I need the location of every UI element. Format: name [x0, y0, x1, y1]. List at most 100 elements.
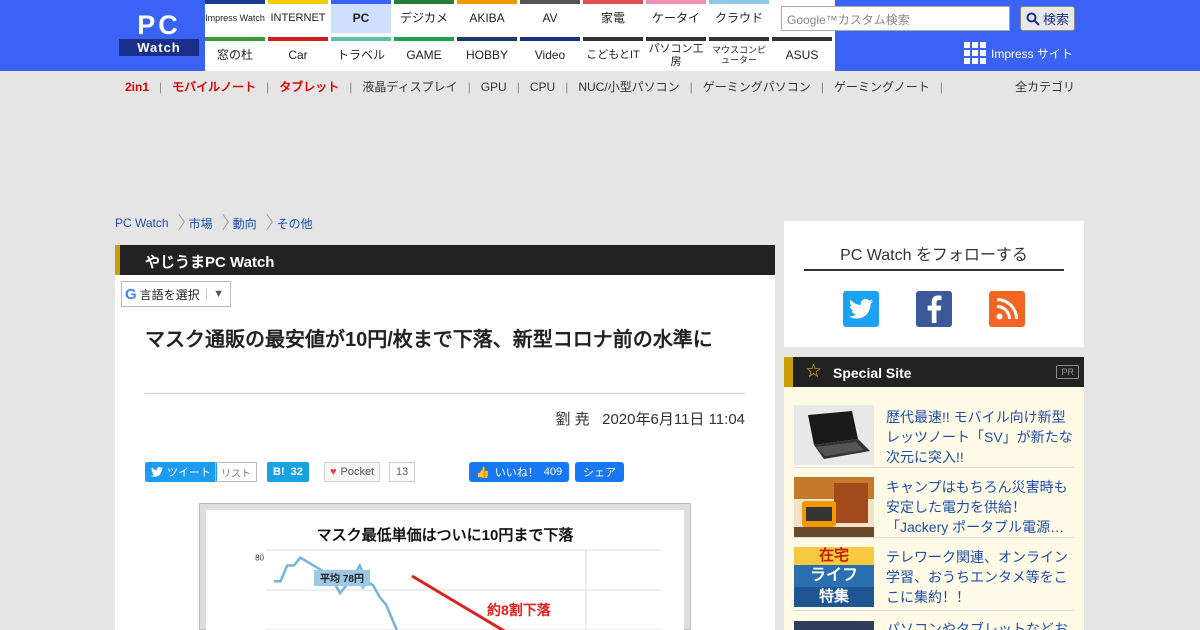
breadcrumb-separator	[219, 214, 227, 232]
twitter-icon[interactable]	[843, 291, 879, 327]
laptop-thumbnail	[794, 405, 874, 465]
nav-tab-ケータイ[interactable]: ケータイ	[646, 0, 706, 33]
pr-badge: PR	[1056, 365, 1079, 379]
nav-tab-game[interactable]: GAME	[394, 37, 454, 70]
dropdown-arrow-icon: ▼	[206, 288, 230, 300]
category-separator: |	[939, 80, 943, 94]
nav-tab-impress-watch[interactable]: Impress Watch	[205, 0, 265, 33]
nav-tab-クラウド[interactable]: クラウド	[709, 0, 769, 33]
pocket-label: Pocket	[340, 466, 375, 478]
portable-power-thumbnail	[794, 477, 874, 537]
nav-tab-窓の杜[interactable]: 窓の杜	[205, 37, 265, 70]
article-figure[interactable]: 8060平均 78円約8割下落 マスク最低単価はついに10円まで下落	[199, 503, 691, 630]
google-icon: G	[125, 285, 137, 303]
facebook-icon[interactable]	[916, 291, 952, 327]
figure-chart-area: 8060平均 78円約8割下落 マスク最低単価はついに10円まで下落	[206, 510, 684, 630]
category-link[interactable]: 2in1	[125, 80, 149, 94]
chart-y-tick: 80	[255, 554, 264, 563]
breadcrumb-item[interactable]: PC Watch	[115, 216, 169, 230]
chart-series-line	[274, 556, 399, 630]
search-icon	[1026, 12, 1040, 26]
category-link[interactable]: CPU	[530, 80, 555, 94]
facebook-like-button[interactable]: 👍 いいね！ 409	[469, 462, 570, 482]
category-link[interactable]: ゲーミングパソコン	[703, 80, 811, 94]
tweet-button[interactable]: ツイート	[145, 462, 217, 482]
impress-site-menu[interactable]: Impress サイト	[964, 42, 1073, 64]
special-item-text: 歴代最速!! モバイル向け新型レッツノート「SV」が新たな次元に突入!!	[886, 409, 1073, 465]
special-item[interactable]: 在宅 ライフ 特集 テレワーク関連、オンライン学習、おうちエンタメ等をここに集約…	[794, 545, 1074, 611]
breadcrumb-item[interactable]: 動向	[233, 215, 257, 232]
all-categories-link[interactable]: 全カテゴリ	[1015, 78, 1075, 95]
nav-tab-internet[interactable]: INTERNET	[268, 0, 328, 33]
language-select[interactable]: G 言語を選択 ▼	[121, 281, 231, 307]
special-item[interactable]: パソコンやタブレットなどお	[794, 617, 1074, 630]
breadcrumb-item[interactable]: その他	[277, 215, 313, 232]
twitter-list-button[interactable]: リスト	[215, 462, 257, 482]
thumb-text-2: ライフ	[794, 565, 874, 587]
thumb-text-3: 特集	[794, 587, 874, 607]
category-separator: |	[349, 80, 353, 94]
nav-tab-マウスコンピューター[interactable]: マウスコンピューター	[709, 37, 769, 70]
follow-divider	[804, 269, 1064, 271]
special-item[interactable]: 歴代最速!! モバイル向け新型レッツノート「SV」が新たな次元に突入!!	[794, 405, 1074, 468]
drop-label: 約8割下落	[487, 602, 552, 618]
grid-menu-icon	[964, 42, 986, 64]
category-link[interactable]: ゲーミングノート	[834, 80, 930, 94]
breadcrumb-item[interactable]: 市場	[189, 215, 213, 232]
nav-tab-video[interactable]: Video	[520, 37, 580, 70]
special-item[interactable]: キャンプはもちろん災害時も安定した電力を供給！「Jackery ポータブル電源…	[794, 475, 1074, 538]
article-main: やじうまPC Watch G 言語を選択 ▼ マスク通販の最安値が10円/枚まで…	[115, 245, 775, 630]
nav-tab-akiba[interactable]: AKIBA	[457, 0, 517, 33]
twitter-bird-icon	[151, 467, 163, 477]
article-headline: マスク通販の最安値が10円/枚まで下落、新型コロナ前の水準に	[145, 329, 713, 351]
language-select-label: 言語を選択	[139, 287, 200, 302]
breadcrumb-separator	[175, 214, 183, 232]
nav-tab-pc[interactable]: PC	[331, 0, 391, 33]
article-author: 劉 尭	[555, 411, 590, 428]
headline-divider	[145, 393, 745, 394]
search-input[interactable]: Google™カスタム検索	[781, 6, 1010, 31]
nav-tab-家電[interactable]: 家電	[583, 0, 643, 33]
nav-tab-こどもとit[interactable]: こどもとIT	[583, 37, 643, 70]
facebook-share-button[interactable]: シェア	[575, 462, 624, 482]
category-separator: |	[159, 80, 163, 94]
breadcrumb-separator	[263, 214, 271, 232]
pocket-icon: ♥	[330, 466, 337, 478]
article-byline: 劉 尭 2020年6月11日 11:04	[145, 408, 745, 429]
pocket-button[interactable]: ♥ Pocket	[324, 462, 381, 482]
section-header: やじうまPC Watch	[115, 245, 775, 275]
rss-icon[interactable]	[989, 291, 1025, 327]
category-link[interactable]: モバイルノート	[172, 80, 256, 94]
nav-tab-av[interactable]: AV	[520, 0, 580, 33]
nav-tab-asus[interactable]: ASUS	[772, 37, 832, 70]
nav-tab-トラベル[interactable]: トラベル	[331, 37, 391, 70]
chart-title: マスク最低単価はついに10円まで下落	[316, 527, 574, 544]
category-link[interactable]: GPU	[481, 80, 507, 94]
nav-tab-デジカメ[interactable]: デジカメ	[394, 0, 454, 33]
category-separator: |	[565, 80, 569, 94]
breadcrumb: PC Watch 市場 動向 その他	[115, 214, 313, 232]
hatena-bookmark-button[interactable]: B! 32	[267, 462, 309, 482]
pc-tablet-thumbnail	[794, 621, 874, 630]
special-site-header: ☆ Special Site PR	[784, 357, 1084, 387]
facebook-like-label: いいね！	[494, 467, 539, 479]
site-logo[interactable]: PC Watch	[119, 11, 199, 57]
category-link[interactable]: NUC/小型パソコン	[578, 80, 679, 94]
logo-watch-text: Watch	[119, 39, 199, 56]
category-separator: |	[689, 80, 693, 94]
average-label-pointer	[360, 586, 366, 590]
special-item-text: キャンプはもちろん災害時も安定した電力を供給！「Jackery ポータブル電源…	[886, 479, 1068, 535]
search-button-label: 検索	[1042, 12, 1069, 27]
category-link[interactable]: タブレット	[279, 80, 339, 94]
category-separator: |	[467, 80, 471, 94]
nav-tab-hobby[interactable]: HOBBY	[457, 37, 517, 70]
section-title[interactable]: やじうまPC Watch	[145, 251, 274, 272]
pocket-count: 13	[389, 462, 416, 482]
stay-home-thumbnail: 在宅 ライフ 特集	[794, 547, 874, 607]
article-date: 2020年6月11日 11:04	[602, 411, 745, 428]
category-separator: |	[516, 80, 520, 94]
nav-tab-car[interactable]: Car	[268, 37, 328, 70]
category-link[interactable]: 液晶ディスプレイ	[362, 80, 457, 94]
nav-tab-パソコン工房[interactable]: パソコン工房	[646, 37, 706, 70]
search-button[interactable]: 検索	[1020, 6, 1075, 31]
